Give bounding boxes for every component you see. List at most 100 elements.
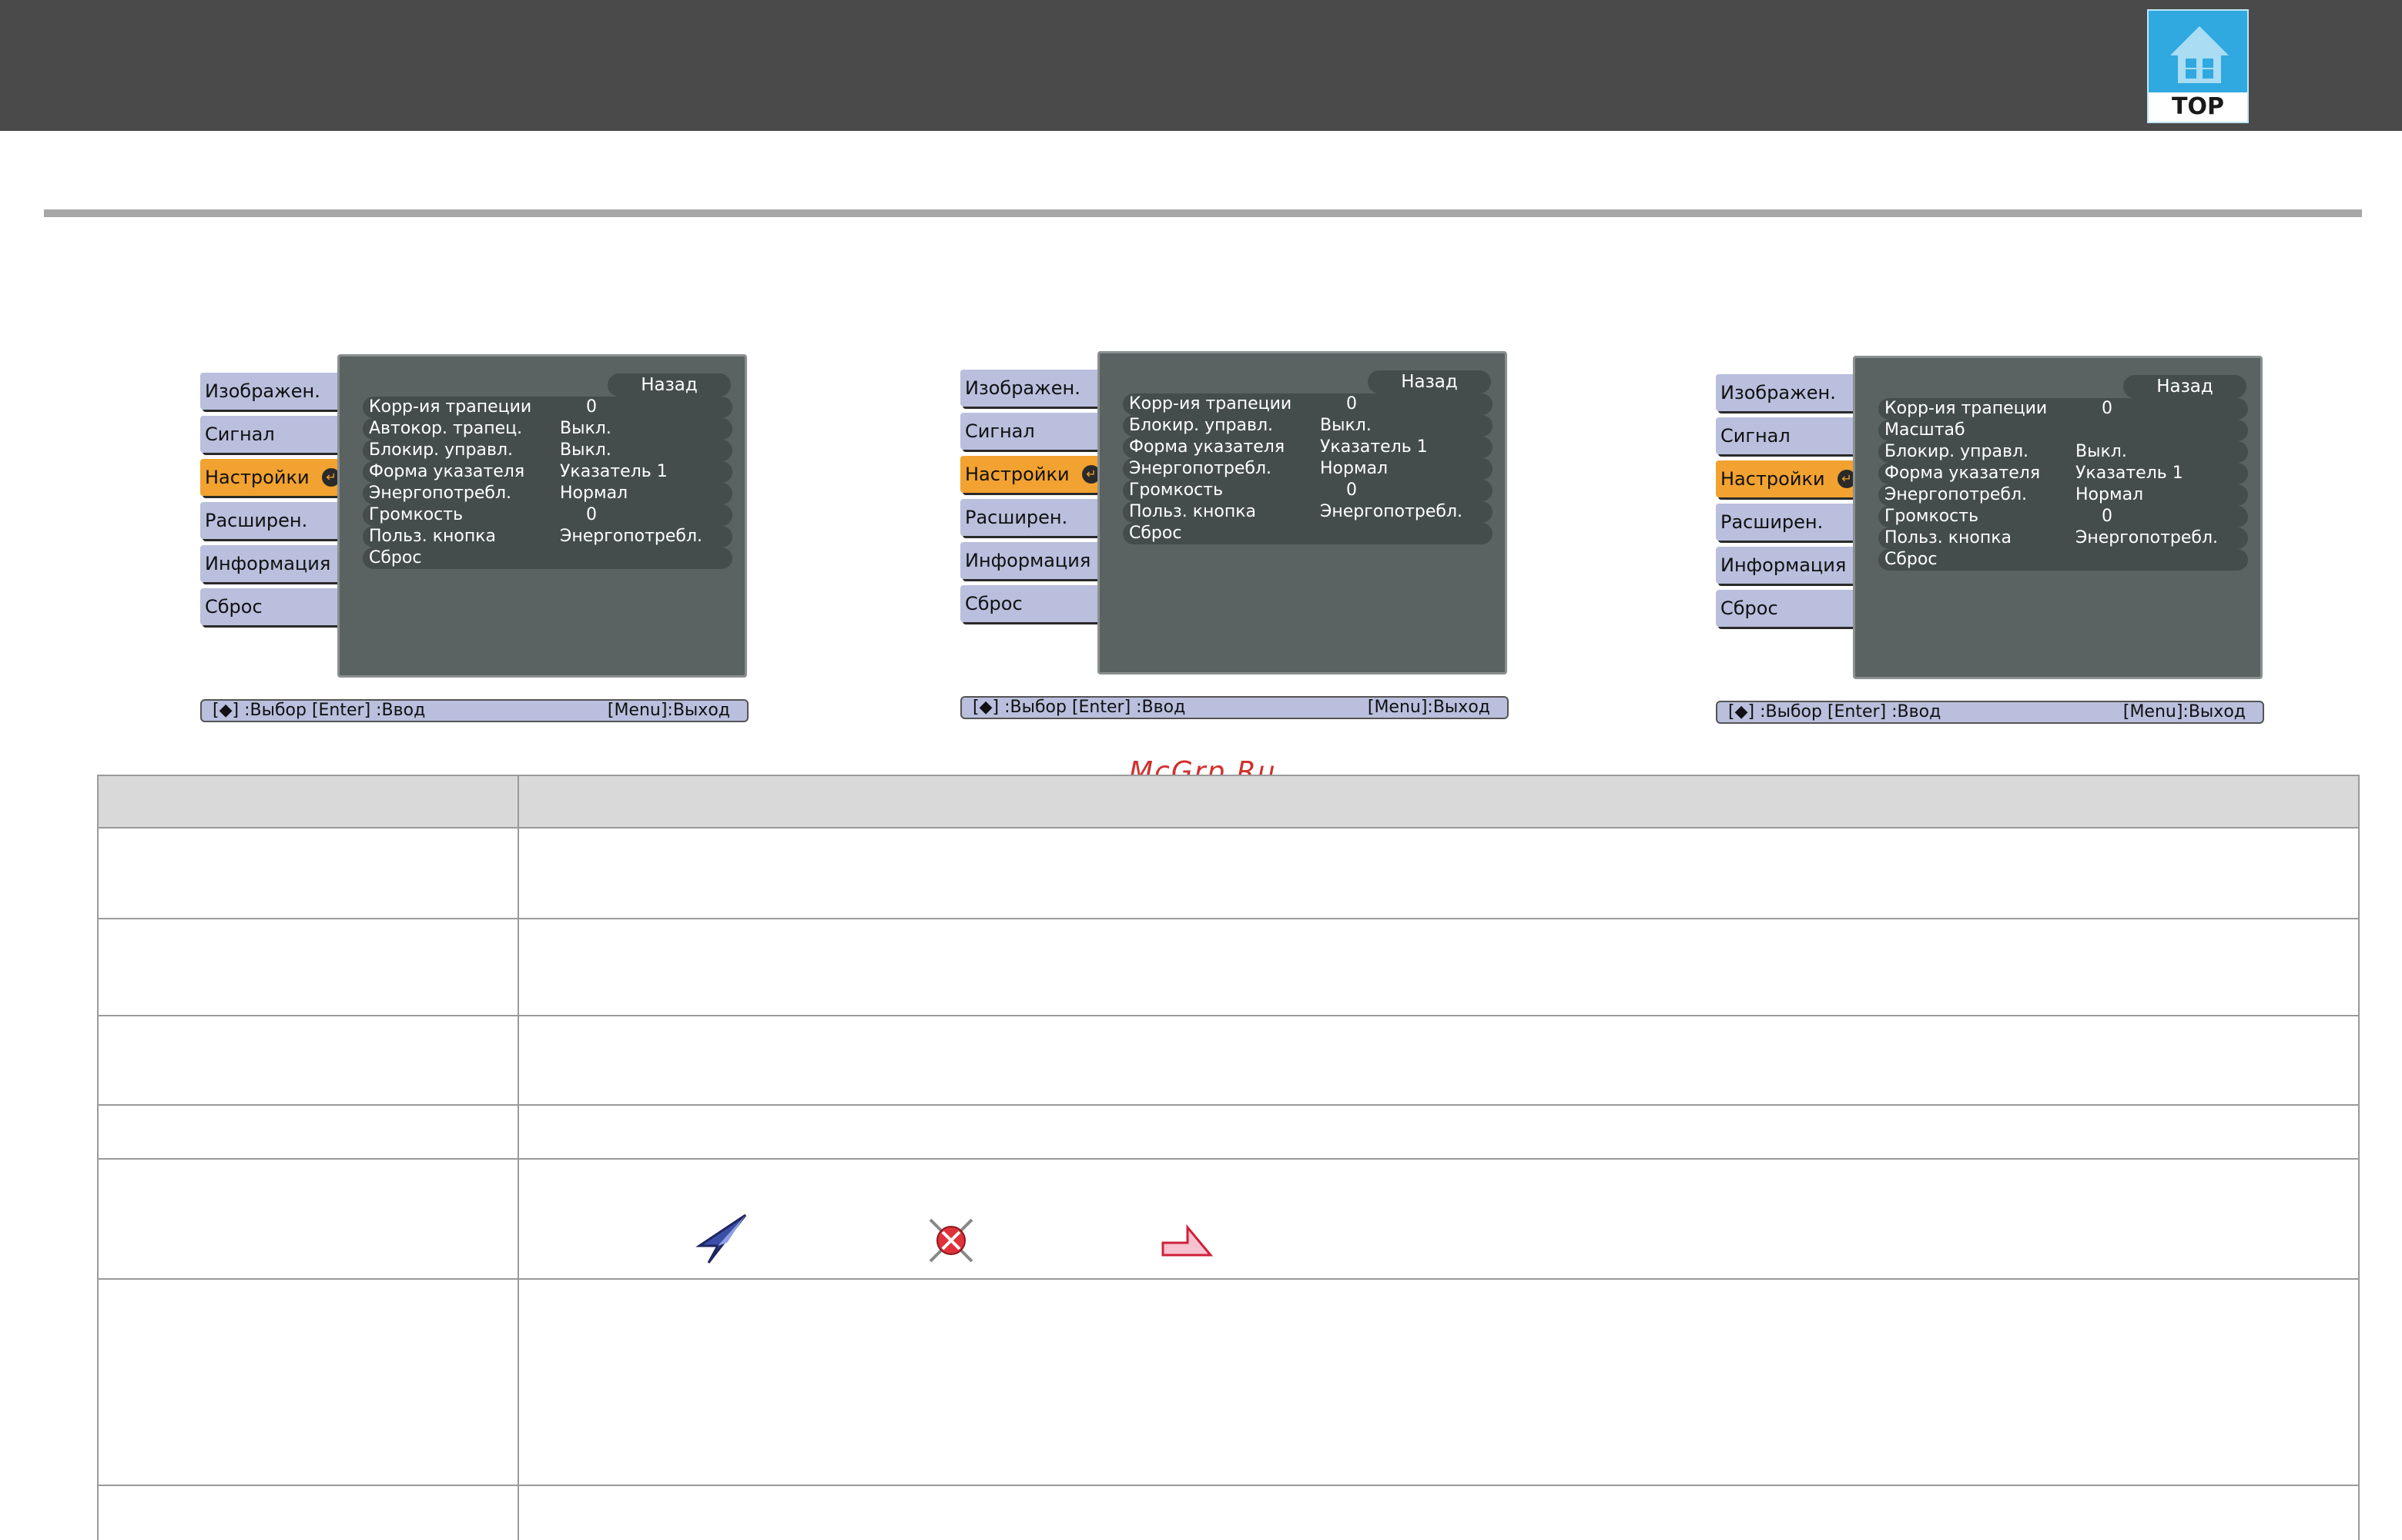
top-button[interactable]: TOP bbox=[2147, 9, 2249, 123]
setting-label: Блокир. управл. bbox=[1884, 442, 2029, 461]
setting-row[interactable]: Энергопотребл. Нормал bbox=[1123, 458, 1492, 480]
tab-settings-label: Настройки bbox=[205, 467, 310, 488]
table-row-divider bbox=[97, 1278, 2360, 1280]
menu-screenshot-3: Изображен. Сигнал Настройки ↵ Расширен. И… bbox=[1716, 356, 2264, 733]
setting-value: Энергопотребл. bbox=[2075, 528, 2219, 547]
tab-extended[interactable]: Расширен. bbox=[1716, 504, 1861, 541]
setting-row[interactable]: Польз. кнопка Энергопотребл. bbox=[363, 526, 732, 547]
setting-label: Сброс bbox=[369, 548, 422, 567]
setting-row[interactable]: Масштаб bbox=[1878, 420, 2248, 441]
table-row-divider bbox=[97, 1015, 2360, 1016]
tab-signal[interactable]: Сигнал bbox=[1716, 417, 1861, 454]
status-select-enter: [◆] :Выбор [Enter] :Ввод bbox=[973, 698, 1186, 717]
tab-info[interactable]: Информация bbox=[960, 542, 1105, 579]
home-icon bbox=[2170, 26, 2229, 83]
setting-label: Масштаб bbox=[1884, 420, 1965, 440]
setting-label: Форма указателя bbox=[369, 462, 525, 481]
setting-value: Выкл. bbox=[2075, 442, 2127, 461]
setting-row[interactable]: Сброс bbox=[363, 547, 732, 569]
setting-label: Корр-ия трапеции bbox=[1884, 399, 2048, 418]
tab-info[interactable]: Информация bbox=[200, 545, 345, 582]
setting-value: Энергопотребл. bbox=[560, 527, 703, 546]
setting-row[interactable]: Автокор. трапец. Выкл. bbox=[363, 418, 732, 440]
setting-label: Громкость bbox=[369, 505, 464, 524]
table-header bbox=[97, 775, 2360, 829]
setting-row[interactable]: Форма указателя Указатель 1 bbox=[363, 461, 732, 483]
section-divider bbox=[44, 209, 2362, 217]
back-button[interactable]: Назад bbox=[2123, 375, 2246, 398]
setting-row[interactable]: Блокир. управл. Выкл. bbox=[1878, 441, 2248, 463]
setting-label: Корр-ия трапеции bbox=[369, 397, 532, 417]
setting-label: Громкость bbox=[1129, 480, 1224, 500]
setting-label: Энергопотребл. bbox=[1884, 485, 2028, 504]
settings-panel: Назад Корр-ия трапеции 0 Масштаб Блокир. … bbox=[1853, 356, 2263, 679]
setting-row[interactable]: Корр-ия трапеции 0 bbox=[1123, 393, 1492, 415]
setting-row[interactable]: Корр-ия трапеции 0 bbox=[1878, 398, 2248, 420]
setting-label: Громкость bbox=[1884, 507, 1979, 526]
tab-image[interactable]: Изображен. bbox=[1716, 374, 1861, 411]
table-row-divider bbox=[97, 1158, 2360, 1160]
setting-row[interactable]: Блокир. управл. Выкл. bbox=[1123, 415, 1492, 437]
setting-label: Польз. кнопка bbox=[1129, 502, 1256, 521]
setting-row[interactable]: Сброс bbox=[1878, 549, 2248, 571]
back-button[interactable]: Назад bbox=[608, 373, 731, 397]
tab-signal[interactable]: Сигнал bbox=[960, 413, 1105, 450]
setting-row[interactable]: Польз. кнопка Энергопотребл. bbox=[1123, 501, 1492, 523]
setting-label: Сброс bbox=[1129, 524, 1182, 543]
settings-list: Корр-ия трапеции 0 Автокор. трапец. Выкл. … bbox=[363, 397, 732, 569]
status-exit: [Menu]:Выход bbox=[2122, 702, 2246, 721]
setting-row[interactable]: Польз. кнопка Энергопотребл. bbox=[1878, 527, 2248, 549]
setting-value: 0 bbox=[2102, 507, 2112, 526]
tab-settings[interactable]: Настройки ↵ bbox=[960, 456, 1105, 493]
tab-extended[interactable]: Расширен. bbox=[960, 499, 1105, 536]
setting-value: Указатель 1 bbox=[2075, 464, 2183, 483]
table-column-divider bbox=[518, 775, 519, 1540]
setting-value: Указатель 1 bbox=[560, 462, 668, 481]
tab-signal[interactable]: Сигнал bbox=[200, 416, 345, 453]
settings-panel: Назад Корр-ия трапеции 0 Блокир. управл. В… bbox=[1097, 351, 1507, 675]
setting-row[interactable]: Энергопотребл. Нормал bbox=[1878, 484, 2248, 506]
setting-row[interactable]: Блокир. управл. Выкл. bbox=[363, 440, 732, 461]
settings-panel: Назад Корр-ия трапеции 0 Автокор. трапец.… bbox=[337, 354, 747, 678]
setting-value: 0 bbox=[2102, 399, 2112, 418]
setting-row[interactable]: Сброс bbox=[1123, 523, 1492, 544]
setting-value: Выкл. bbox=[1320, 416, 1372, 435]
status-exit: [Menu]:Выход bbox=[1367, 698, 1490, 717]
setting-value: 0 bbox=[1346, 480, 1357, 500]
setting-value: 0 bbox=[586, 397, 597, 417]
tab-extended[interactable]: Расширен. bbox=[200, 502, 345, 539]
target-pointer-icon bbox=[929, 1218, 973, 1263]
setting-row[interactable]: Форма указателя Указатель 1 bbox=[1878, 463, 2248, 484]
setting-row[interactable]: Громкость 0 bbox=[1123, 480, 1492, 501]
setting-label: Форма указателя bbox=[1884, 464, 2041, 483]
setting-row[interactable]: Энергопотребл. Нормал bbox=[363, 483, 732, 504]
tab-image[interactable]: Изображен. bbox=[960, 370, 1105, 407]
setting-label: Польз. кнопка bbox=[369, 527, 496, 546]
header-bar: TOP bbox=[0, 0, 2402, 131]
tab-reset[interactable]: Сброс bbox=[960, 585, 1105, 622]
tab-settings-label: Настройки bbox=[1720, 468, 1825, 490]
tab-image[interactable]: Изображен. bbox=[200, 373, 345, 410]
status-select-enter: [◆] :Выбор [Enter] :Ввод bbox=[1728, 702, 1941, 721]
setting-label: Польз. кнопка bbox=[1884, 528, 2012, 547]
setting-label: Корр-ия трапеции bbox=[1129, 394, 1292, 413]
tab-settings[interactable]: Настройки ↵ bbox=[200, 459, 345, 496]
tab-settings[interactable]: Настройки ↵ bbox=[1716, 460, 1861, 497]
setting-value: Нормал bbox=[2075, 485, 2144, 504]
back-button[interactable]: Назад bbox=[1368, 370, 1491, 393]
setting-row[interactable]: Корр-ия трапеции 0 bbox=[363, 397, 732, 418]
tab-reset[interactable]: Сброс bbox=[1716, 590, 1861, 627]
settings-list: Корр-ия трапеции 0 Масштаб Блокир. управл… bbox=[1878, 398, 2248, 571]
setting-value: Выкл. bbox=[560, 419, 611, 438]
table-row-divider bbox=[97, 1104, 2360, 1106]
setting-label: Форма указателя bbox=[1129, 437, 1285, 457]
setting-label: Энергопотребл. bbox=[1129, 459, 1272, 478]
menu-status-bar: [◆] :Выбор [Enter] :Ввод [Menu]:Выход bbox=[1716, 701, 2264, 724]
tab-info[interactable]: Информация bbox=[1716, 547, 1861, 584]
tab-reset[interactable]: Сброс bbox=[200, 588, 345, 625]
setting-value: Энергопотребл. bbox=[1320, 502, 1463, 521]
setting-row[interactable]: Громкость 0 bbox=[1878, 506, 2248, 527]
table-row-divider bbox=[97, 1485, 2360, 1486]
setting-row[interactable]: Форма указателя Указатель 1 bbox=[1123, 437, 1492, 458]
setting-row[interactable]: Громкость 0 bbox=[363, 504, 732, 526]
